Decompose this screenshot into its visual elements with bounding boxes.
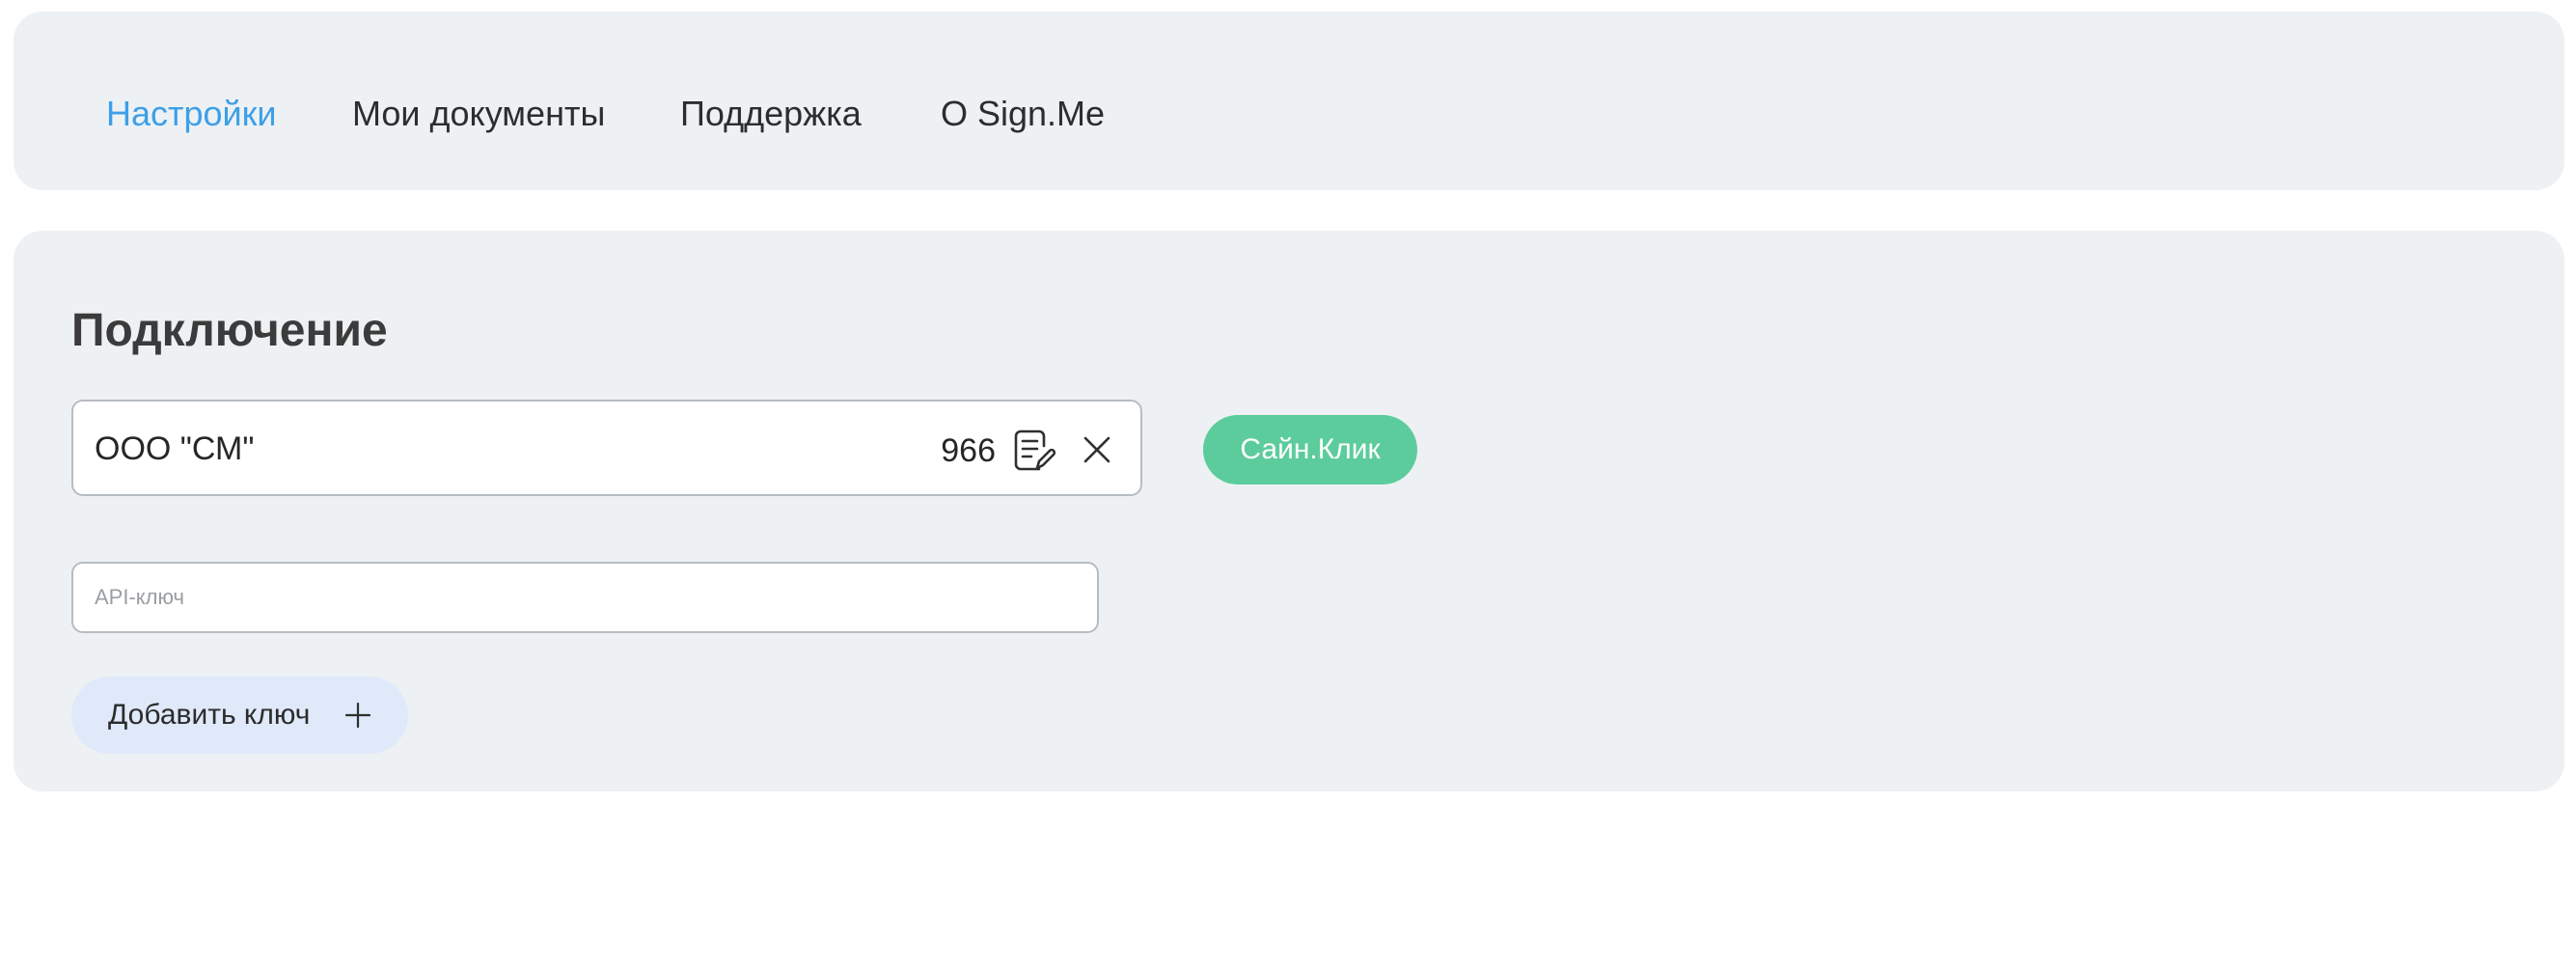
nav-item-about[interactable]: О Sign.Me [941,89,1105,139]
api-key-input[interactable] [71,562,1099,633]
add-key-button[interactable]: Добавить ключ [71,677,408,754]
add-key-label: Добавить ключ [108,699,311,731]
section-title: Подключение [71,305,388,356]
top-navigation: Настройки Мои документы Поддержка О Sign… [14,12,2564,190]
nav-item-settings[interactable]: Настройки [106,89,277,139]
nav-item-my-documents[interactable]: Мои документы [352,89,605,139]
close-icon[interactable] [1081,433,1113,466]
organization-name: ООО "СМ" [95,430,255,467]
connection-field[interactable]: ООО "СМ" 966 [71,400,1142,496]
nav-item-support[interactable]: Поддержка [680,89,862,139]
document-edit-icon[interactable] [1013,429,1056,473]
plus-icon [344,702,371,729]
connection-count: 966 [941,432,996,469]
sign-click-button[interactable]: Сайн.Клик [1203,415,1417,484]
connection-panel: Подключение ООО "СМ" 966 Сайн.Клик Добав… [14,231,2564,791]
